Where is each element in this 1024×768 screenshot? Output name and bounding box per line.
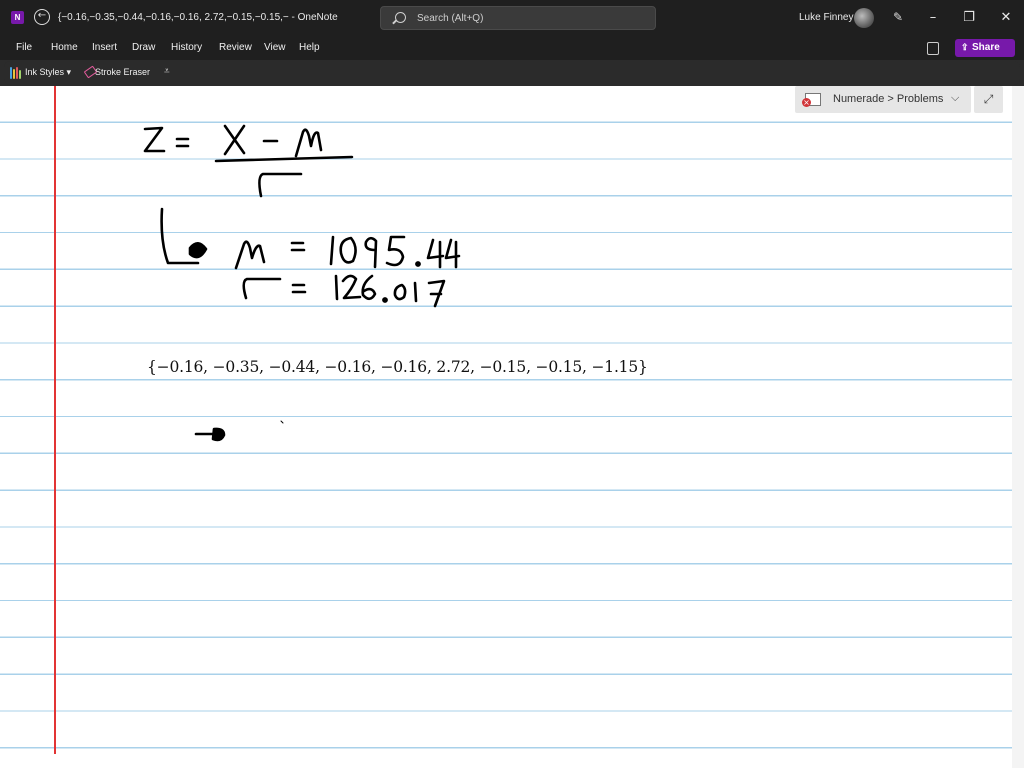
ink-sigma-denominator	[258, 172, 303, 198]
search-box[interactable]: Search (Alt+Q)	[380, 6, 656, 30]
search-placeholder: Search (Alt+Q)	[417, 13, 484, 24]
ink-styles-icon	[10, 67, 22, 79]
back-arrow-icon[interactable]: ←	[34, 9, 50, 25]
ink-0b	[393, 283, 407, 301]
ink-9	[364, 236, 378, 269]
notebook-icon[interactable]	[927, 42, 939, 55]
handwriting-ink	[143, 124, 461, 442]
ink-1c	[413, 281, 418, 303]
ink-speck	[280, 420, 284, 424]
close-icon[interactable]: ✕	[996, 8, 1016, 28]
ink-dot-2	[382, 297, 388, 303]
share-button[interactable]: ⇪ Share	[955, 39, 1015, 57]
menu-home[interactable]: Home	[51, 42, 78, 53]
ink-equals-1	[175, 137, 190, 148]
ink-4b	[444, 238, 461, 269]
menu-insert[interactable]: Insert	[92, 42, 117, 53]
ink-5	[385, 235, 406, 267]
restore-icon[interactable]: ❐	[959, 8, 979, 28]
ink-styles-button[interactable]: Ink Styles ▾	[25, 67, 71, 78]
menu-review[interactable]: Review	[219, 42, 252, 53]
ink-6	[361, 274, 377, 301]
menu-draw[interactable]: Draw	[132, 42, 155, 53]
minimize-icon[interactable]: –	[923, 8, 943, 28]
ink-1b	[334, 274, 339, 301]
ink-z	[143, 126, 166, 153]
ink-1	[329, 235, 335, 266]
share-icon: ⇪	[961, 42, 969, 52]
scrollbar[interactable]	[1012, 86, 1024, 768]
ink-equals-3	[291, 283, 307, 294]
toolbar-panel: Ink Styles ▾ Stroke Eraser ⩡	[4, 61, 1020, 85]
menu-view[interactable]: View	[264, 42, 286, 53]
toolbar-overflow-icon[interactable]: ⩡	[164, 66, 170, 77]
ink-scribble-1	[188, 241, 208, 259]
search-icon	[395, 12, 406, 23]
menu-file[interactable]: File	[16, 42, 32, 53]
window-title: {−0.16,−0.35,−0.44,−0.16,−0.16, 2.72,−0.…	[58, 12, 338, 23]
ink-0	[339, 236, 357, 264]
ink-x	[223, 124, 246, 156]
onenote-logo-icon: N	[11, 11, 24, 24]
share-label: Share	[972, 42, 1000, 53]
ink-mu	[234, 240, 266, 270]
ink-equals-2	[290, 241, 306, 252]
menu-bar: File Home Insert Draw History Review Vie…	[0, 36, 1024, 60]
user-name[interactable]: Luke Finney	[799, 12, 853, 23]
ink-mu-top	[294, 128, 323, 158]
ink-4a	[426, 238, 445, 269]
menu-help[interactable]: Help	[299, 42, 320, 53]
pen-icon[interactable]: ✎	[893, 10, 907, 24]
ink-dot-1	[415, 261, 421, 267]
avatar[interactable]	[854, 8, 874, 28]
ink-sigma	[242, 277, 282, 300]
ink-7	[427, 279, 446, 308]
note-page[interactable]: Numerade > Problems ⌵ ⤢	[0, 86, 1024, 768]
menu-history[interactable]: History	[171, 42, 202, 53]
ink-2	[341, 274, 362, 300]
ink-scribble-2	[211, 427, 226, 442]
typed-data-set[interactable]: {−0.16, −0.35, −0.44, −0.16, −0.16, 2.72…	[147, 358, 648, 376]
stroke-eraser-button[interactable]: Stroke Eraser	[95, 67, 150, 77]
ink-fraction-bar	[214, 155, 354, 163]
title-bar: N ← {−0.16,−0.35,−0.44,−0.16,−0.16, 2.72…	[0, 0, 1024, 36]
draw-toolbar: Ink Styles ▾ Stroke Eraser ⩡	[0, 60, 1024, 86]
